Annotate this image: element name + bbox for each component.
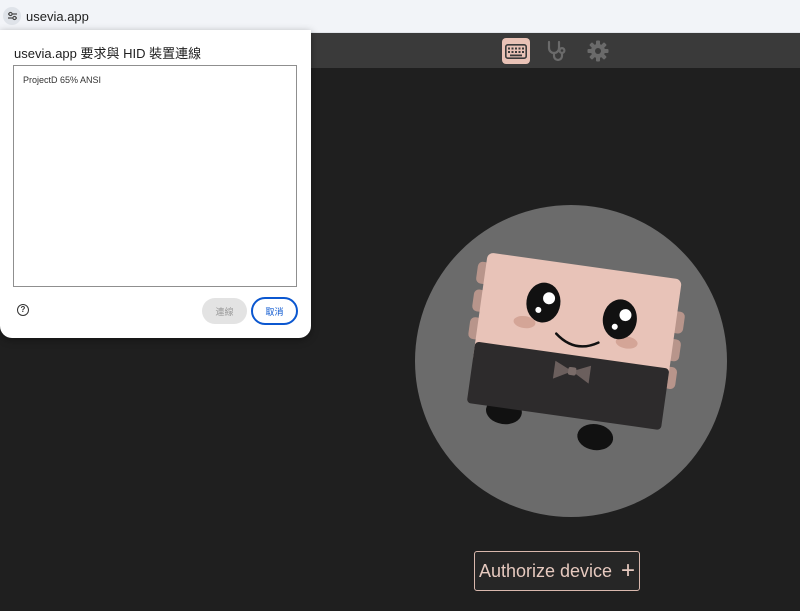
url-text[interactable]: usevia.app	[26, 9, 89, 24]
authorize-device-label: Authorize device	[478, 560, 613, 581]
site-settings-icon[interactable]	[3, 7, 21, 25]
stethoscope-icon[interactable]	[542, 38, 570, 64]
cancel-button[interactable]: 取消	[251, 297, 298, 325]
gear-icon[interactable]	[584, 38, 612, 64]
connect-button[interactable]: 連線	[202, 298, 247, 324]
mascot-illustration	[415, 205, 727, 517]
dialog-title: usevia.app 要求與 HID 裝置連線	[14, 46, 202, 61]
help-icon[interactable]: ?	[17, 304, 29, 316]
plus-icon: +	[621, 557, 636, 584]
hid-permission-dialog: usevia.app 要求與 HID 裝置連線 ProjectD 65% ANS…	[0, 30, 311, 338]
authorize-device-button[interactable]: Authorize device +	[474, 551, 640, 591]
browser-address-bar: usevia.app	[0, 0, 800, 33]
device-list[interactable]: ProjectD 65% ANSI	[13, 65, 297, 287]
keyboard-icon[interactable]	[502, 38, 530, 64]
device-list-item[interactable]: ProjectD 65% ANSI	[23, 75, 101, 85]
